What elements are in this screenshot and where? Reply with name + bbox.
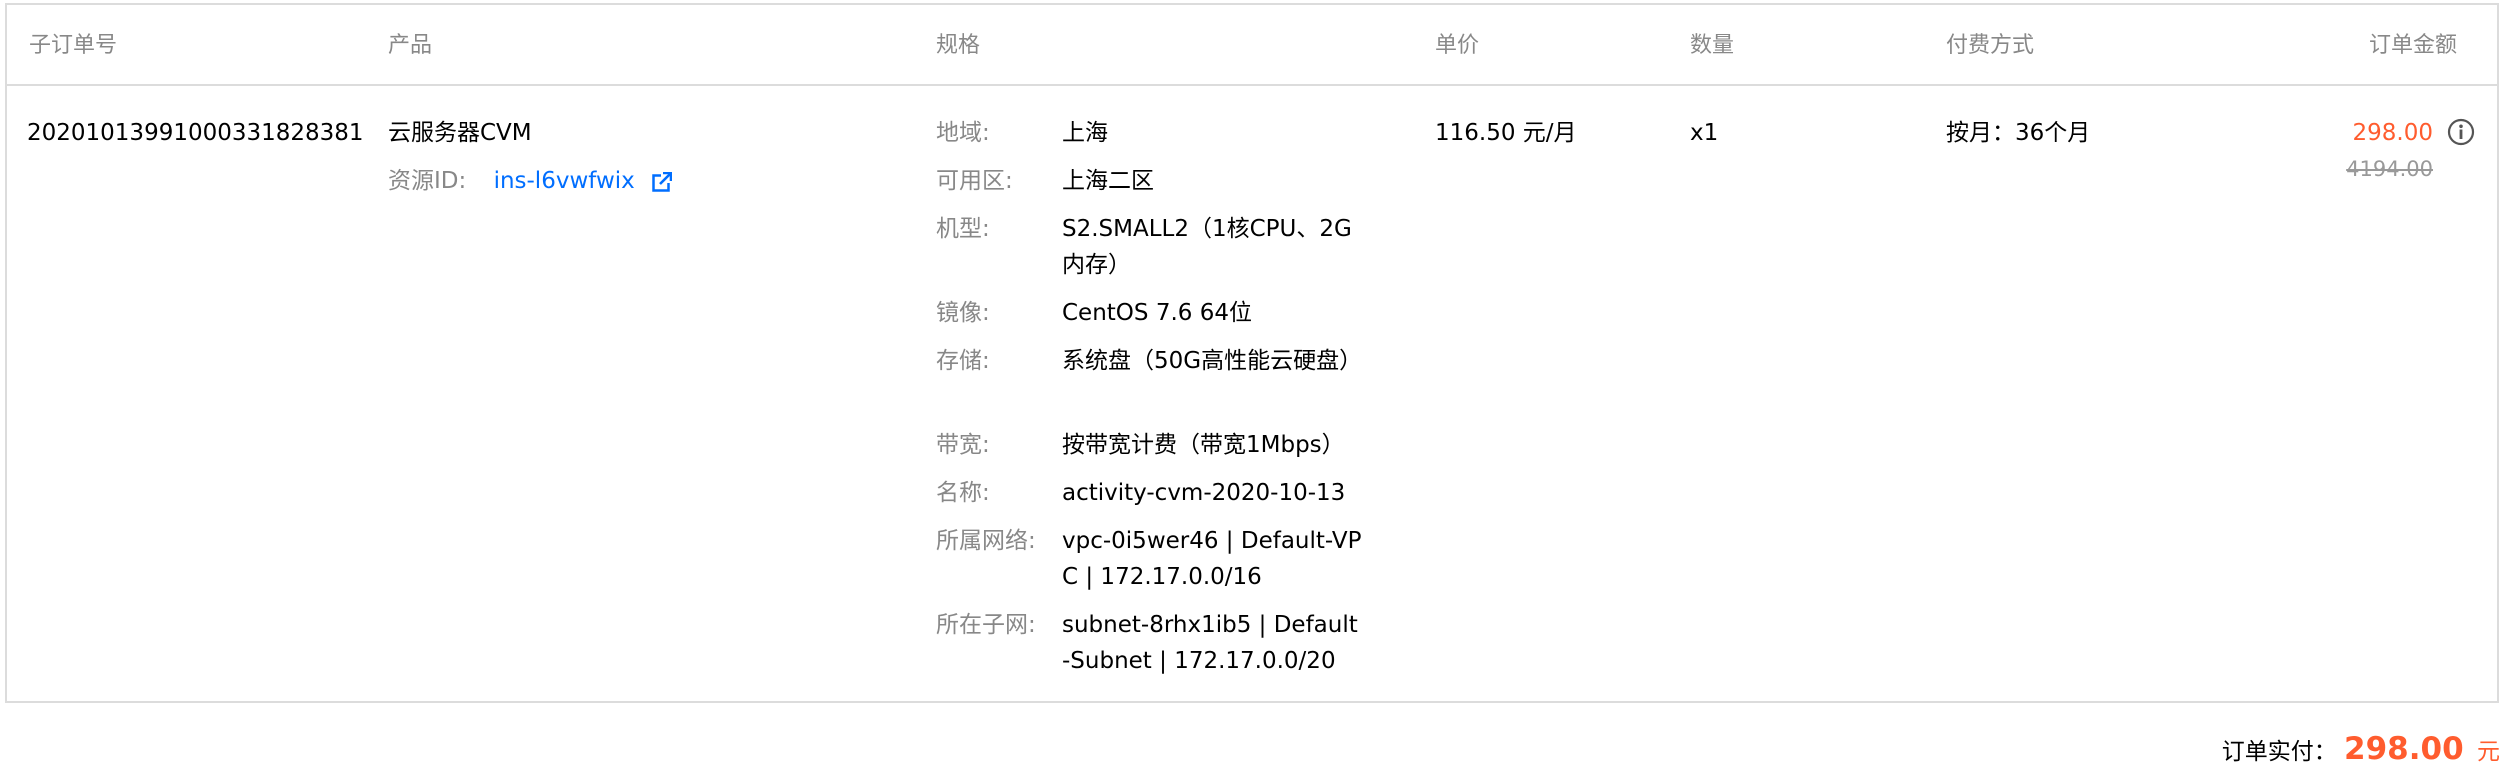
spec-value-region: 上海 [1062,120,1108,146]
sub-order-number: 20201013991000331828381 [27,120,364,146]
spec-value-bandwidth: 按带宽计费（带宽1Mbps） [1062,432,1345,458]
spec-list: 地域: 上海 可用区: 上海二区 机型: S2.SMALL2（1核CPU、2G内… [936,115,1396,695]
spec-value-zone: 上海二区 [1062,168,1154,194]
order-total-unit: 元 [2477,739,2500,765]
unit-price: 116.50 元/月 [1435,120,1577,146]
header-product: 产品 [388,33,433,58]
spec-value-subnet: subnet-8rhx1ib5 | Default-Subnet | 172.1… [1062,612,1358,674]
external-link-icon[interactable] [652,167,673,203]
spec-value-storage: 系统盘（50G高性能云硬盘） [1062,348,1363,374]
resource-id-row: 资源ID: ins-l6vwfwix [388,163,673,203]
resource-id-text[interactable]: ins-l6vwfwix [494,168,635,194]
header-sub-order-no: 子订单号 [29,33,118,58]
spec-label: 机型: [936,216,990,242]
spec-label: 带宽: [936,432,990,458]
product-name: 云服务器CVM [388,120,532,146]
spec-label: 所属网络: [936,528,1036,554]
order-total: 订单实付： 298.00 元 [2222,729,2500,772]
quantity: x1 [1690,120,1719,146]
spec-label: 名称: [936,480,990,506]
spec-label: 存储: [936,348,990,374]
spec-value-image: CentOS 7.6 64位 [1062,300,1252,326]
resource-id-label: 资源ID: [388,168,467,194]
info-icon[interactable] [2447,118,2475,150]
header-quantity: 数量 [1690,33,1735,58]
table-header: 子订单号 产品 规格 单价 数量 付费方式 订单金额 [7,5,2497,86]
spec-value-network: vpc-0i5wer46 | Default-VPC | 172.17.0.0/… [1062,528,1362,590]
amount-original: 4194.00 [2346,157,2433,181]
header-payment-method: 付费方式 [1946,33,2035,58]
order-details-table: 子订单号 产品 规格 单价 数量 付费方式 订单金额 2020101399100… [5,3,2499,703]
order-total-label: 订单实付： [2221,739,2337,765]
header-unit-price: 单价 [1435,33,1480,58]
spec-label: 镜像: [936,300,990,326]
header-order-amount: 订单金额 [2368,33,2457,58]
amount-current: 298.00 [2352,120,2433,146]
spec-label: 所在子网: [936,612,1036,638]
resource-id-link[interactable]: ins-l6vwfwix [494,168,673,194]
header-spec: 规格 [936,33,981,58]
spec-label: 可用区: [936,168,1013,194]
payment-method: 按月：36个月 [1946,120,2091,146]
spec-label: 地域: [936,120,990,146]
spec-value-instance-type: S2.SMALL2（1核CPU、2G内存） [1062,216,1352,278]
spec-value-name: activity-cvm-2020-10-13 [1062,480,1346,506]
order-total-amount: 298.00 [2344,731,2464,767]
